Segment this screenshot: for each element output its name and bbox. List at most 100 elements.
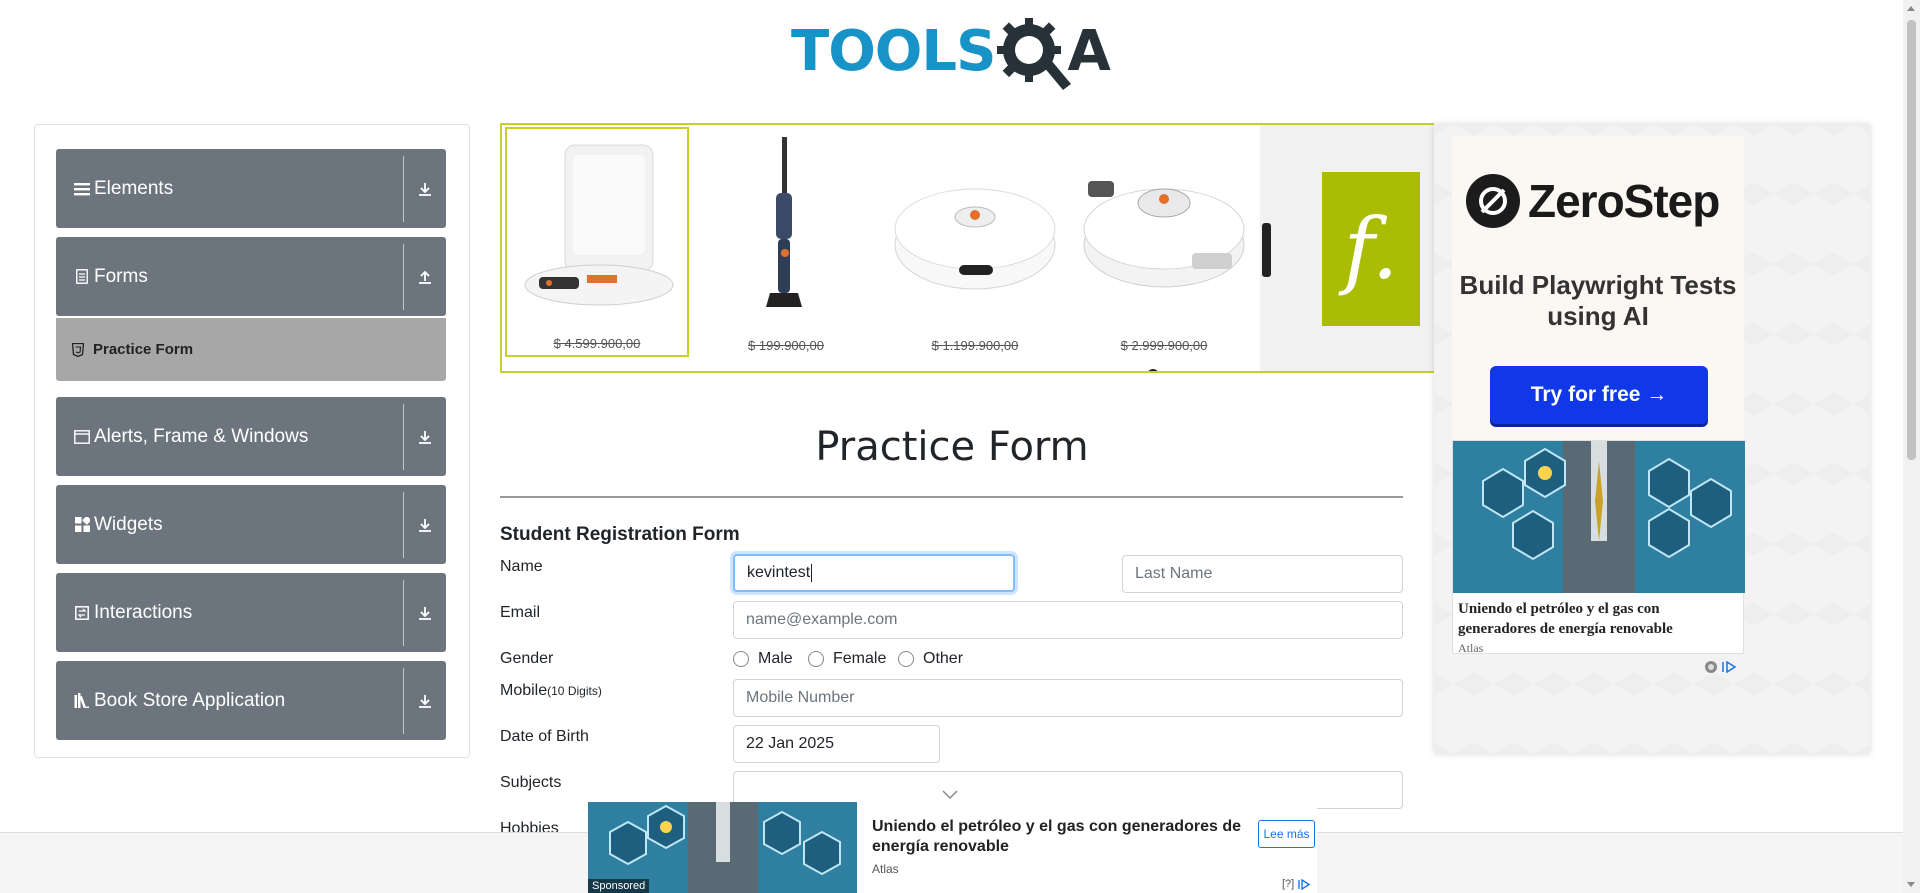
zerostep-brand: ZeroStep xyxy=(1528,175,1720,227)
sidebar-group-interactions[interactable]: Interactions xyxy=(56,573,446,652)
product-price: $ 2.999.900,00 xyxy=(1120,338,1208,353)
first-name-value: kevintest xyxy=(747,564,811,581)
gender-radio-female[interactable]: Female xyxy=(808,650,886,668)
window-icon xyxy=(73,428,91,446)
brand-panel[interactable]: f. xyxy=(1260,125,1434,371)
page-title: Practice Form xyxy=(815,424,1089,470)
divider xyxy=(500,496,1403,498)
widgets-icon xyxy=(73,516,91,534)
name-label: Name xyxy=(500,558,543,575)
download-arrow-icon[interactable] xyxy=(404,605,446,621)
atlas-ad[interactable]: Uniendo el petróleo y el gas con generad… xyxy=(1452,440,1745,655)
sidebar-group-book-store[interactable]: Book Store Application xyxy=(56,661,446,740)
sidebar-item-label: Practice Form xyxy=(93,341,194,358)
zerostep-mark-icon xyxy=(1466,174,1520,228)
energy-hexagons-image: Sponsored xyxy=(588,802,857,893)
subjects-label: Subjects xyxy=(500,774,562,791)
product-card[interactable]: $ 1.199.900,00 xyxy=(883,127,1067,357)
product-price: $ 1.199.900,00 xyxy=(931,338,1019,353)
product-price: $ 199.900,00 xyxy=(748,338,824,353)
try-for-free-button[interactable]: Try for free → xyxy=(1490,366,1708,424)
sidebar-group-label: Book Store Application xyxy=(94,689,286,711)
logo-text: TOOLS xyxy=(791,19,996,84)
page-scrollbar[interactable] xyxy=(1903,0,1920,893)
interactions-icon xyxy=(73,604,91,622)
product-carousel-ad[interactable]: $ 4.599.900,00 $ 199.900,00 $ 1.199.900,… xyxy=(500,123,1434,373)
right-ad-panel[interactable]: ZeroStep Build Playwright Tests using AI… xyxy=(1434,124,1870,754)
page: TOOLS A Elements Forms Practice Form Ale… xyxy=(0,0,1920,893)
radio-circle[interactable] xyxy=(808,651,824,667)
sidebar-group-label: Widgets xyxy=(94,513,163,535)
robot-vacuum-lidar-image xyxy=(1082,133,1246,321)
robot-vacuum-image xyxy=(893,133,1057,321)
robot-vacuum-dock-image xyxy=(517,135,677,323)
sidebar-group-forms[interactable]: Forms xyxy=(56,237,446,316)
logo-suffix: A xyxy=(1067,19,1111,84)
lee-mas-button[interactable]: Lee más xyxy=(1258,820,1315,848)
adchoices-icon[interactable] xyxy=(1704,660,1736,674)
scrollbar-thumb[interactable] xyxy=(1907,20,1916,460)
sponsored-label: Sponsored xyxy=(588,879,650,893)
carousel-scroll-handle[interactable] xyxy=(1262,223,1271,277)
email-input[interactable]: name@example.com xyxy=(733,601,1403,639)
books-icon xyxy=(73,692,91,710)
document-icon xyxy=(73,268,91,286)
carousel-indicator[interactable] xyxy=(1147,369,1159,371)
toolsqa-logo[interactable]: TOOLS A xyxy=(791,14,1115,90)
sidebar-group-alerts[interactable]: Alerts, Frame & Windows xyxy=(56,397,446,476)
gender-radio-male[interactable]: Male xyxy=(733,650,793,668)
zerostep-tagline: Build Playwright Tests using AI xyxy=(1459,270,1737,331)
bottom-ad-source: Atlas xyxy=(872,862,899,876)
stick-vacuum-image xyxy=(704,133,868,321)
product-card[interactable]: $ 2.999.900,00 xyxy=(1072,127,1256,357)
gender-radio-other[interactable]: Other xyxy=(898,650,963,668)
atlas-ad-title[interactable]: Uniendo el petróleo y el gas con generad… xyxy=(1458,599,1740,639)
ad-info[interactable]: [?] xyxy=(1282,878,1311,890)
gear-magnifier-icon xyxy=(993,12,1073,92)
mobile-label-text: Mobile xyxy=(500,682,548,699)
mobile-hint: (10 Digits) xyxy=(547,684,602,698)
sidebar-item-practice-form[interactable]: Practice Form xyxy=(56,318,446,381)
sidebar-group-label: Alerts, Frame & Windows xyxy=(94,425,309,447)
brand-logo: f. xyxy=(1322,172,1420,326)
radio-label: Male xyxy=(758,650,793,667)
radio-circle[interactable] xyxy=(898,651,914,667)
first-name-input[interactable]: kevintest xyxy=(733,554,1015,592)
radio-circle[interactable] xyxy=(733,651,749,667)
sidebar-group-label: Interactions xyxy=(94,601,193,623)
sidebar-group-elements[interactable]: Elements xyxy=(56,149,446,228)
download-arrow-icon[interactable] xyxy=(404,181,446,197)
mobile-input[interactable]: Mobile Number xyxy=(733,679,1403,717)
radio-label: Female xyxy=(833,650,887,667)
sidebar: Elements Forms Practice Form Alerts, Fra… xyxy=(34,124,470,758)
dob-label: Date of Birth xyxy=(500,728,589,745)
download-arrow-icon[interactable] xyxy=(404,429,446,445)
atlas-ad-source: Atlas xyxy=(1458,641,1484,655)
ad-info-label: [?] xyxy=(1282,878,1295,890)
product-card[interactable]: $ 199.900,00 xyxy=(694,127,878,357)
radio-label: Other xyxy=(923,650,964,667)
sidebar-group-label: Forms xyxy=(94,265,148,287)
product-card[interactable]: $ 4.599.900,00 xyxy=(505,127,689,357)
mobile-label: Mobile(10 Digits) xyxy=(500,682,602,700)
zerostep-ad[interactable]: ZeroStep Build Playwright Tests using AI… xyxy=(1452,136,1744,440)
date-of-birth-input[interactable]: 22 Jan 2025 xyxy=(733,725,940,763)
bottom-ad-title[interactable]: Uniendo el petróleo y el gas con generad… xyxy=(872,817,1252,857)
download-arrow-icon[interactable] xyxy=(404,693,446,709)
text-caret xyxy=(811,564,813,582)
upload-arrow-icon[interactable] xyxy=(404,269,446,285)
adchoices-icon[interactable] xyxy=(1298,878,1311,890)
form-subtitle: Student Registration Form xyxy=(500,524,740,545)
zerostep-logo: ZeroStep xyxy=(1466,174,1720,228)
sidebar-group-label: Elements xyxy=(94,177,174,199)
download-arrow-icon[interactable] xyxy=(404,517,446,533)
gender-label: Gender xyxy=(500,650,554,667)
bottom-sponsored-ad[interactable]: Sponsored Uniendo el petróleo y el gas c… xyxy=(588,802,1317,893)
scroll-up-arrow-icon[interactable] xyxy=(1907,6,1915,11)
last-name-input[interactable]: Last Name xyxy=(1122,555,1403,593)
sidebar-group-widgets[interactable]: Widgets xyxy=(56,485,446,564)
scroll-down-arrow-icon[interactable] xyxy=(1907,882,1915,887)
hamburger-icon xyxy=(73,180,91,198)
html5-icon xyxy=(71,342,85,358)
product-price: $ 4.599.900,00 xyxy=(553,336,641,351)
